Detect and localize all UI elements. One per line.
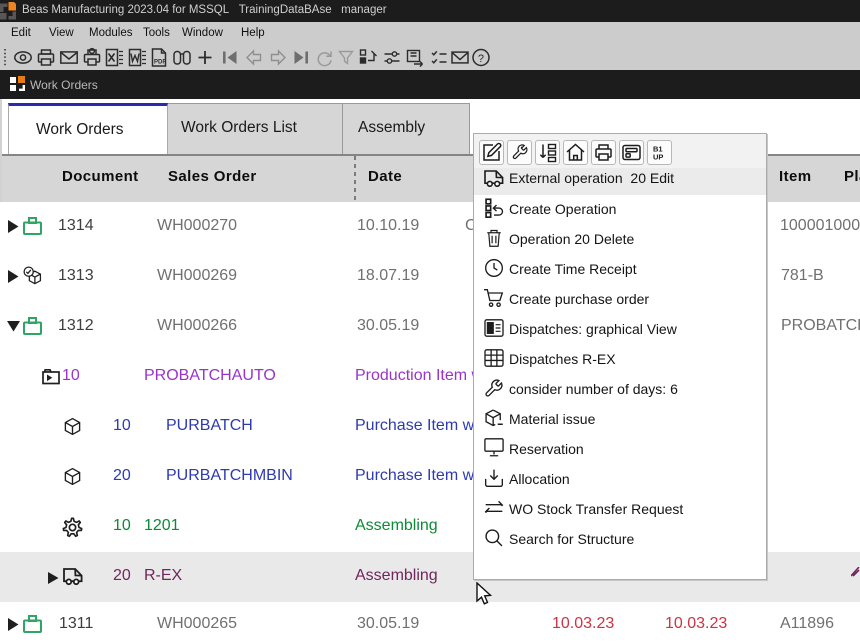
svg-text:PDF: PDF [154, 60, 166, 66]
svg-text:?: ? [478, 53, 484, 65]
svg-text:UP: UP [653, 153, 663, 162]
